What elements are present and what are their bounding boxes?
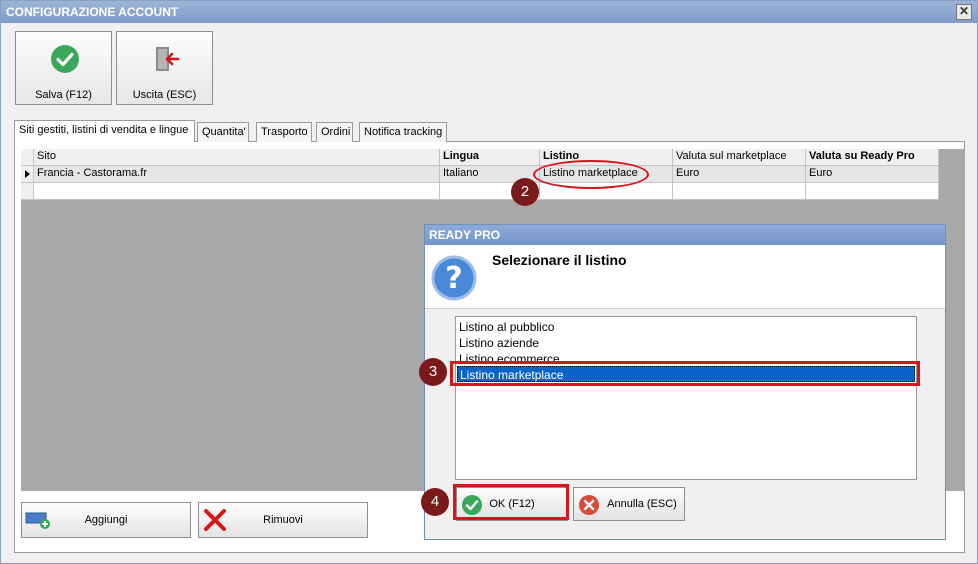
- highlight-rect-ok: [453, 484, 569, 520]
- list-item[interactable]: Listino ecommerce: [457, 351, 915, 361]
- check-circle-icon: [51, 45, 79, 73]
- col-header-lingua[interactable]: Lingua: [440, 149, 540, 166]
- tab-siti-gestiti[interactable]: Siti gestiti, listini di vendita e lingu…: [14, 120, 195, 142]
- window-title: CONFIGURAZIONE ACCOUNT: [6, 5, 179, 19]
- cell-valuta-ready[interactable]: Euro: [806, 166, 939, 183]
- svg-text:?: ?: [445, 261, 462, 296]
- dialog-title: READY PRO: [425, 225, 945, 245]
- listino-listbox[interactable]: Listino al pubblico Listino aziende List…: [455, 316, 917, 480]
- add-button[interactable]: Aggiungi: [21, 502, 191, 538]
- row-indicator-new: [21, 183, 34, 200]
- cell-empty[interactable]: [673, 183, 806, 200]
- row-arrow-icon: [25, 170, 30, 178]
- close-icon[interactable]: ✕: [956, 4, 972, 20]
- grid-corner: [21, 149, 34, 166]
- cell-empty[interactable]: [806, 183, 939, 200]
- step-badge-4: 4: [421, 488, 449, 516]
- cancel-button-label: Annulla (ESC): [607, 498, 677, 510]
- save-button-label: Salva (F12): [35, 89, 92, 101]
- save-button[interactable]: Salva (F12): [15, 31, 112, 105]
- window-titlebar: CONFIGURAZIONE ACCOUNT ✕: [1, 1, 977, 23]
- cancel-button[interactable]: Annulla (ESC): [573, 487, 685, 521]
- highlight-rect-selection: [450, 361, 920, 386]
- tab-notifica-tracking[interactable]: Notifica tracking: [359, 122, 447, 142]
- remove-button-label: Rimuovi: [263, 514, 303, 526]
- add-button-label: Aggiungi: [84, 514, 128, 526]
- tab-quantita[interactable]: Quantita': [197, 122, 249, 142]
- list-item[interactable]: Listino al pubblico: [457, 319, 915, 335]
- list-item[interactable]: Listino aziende: [457, 335, 915, 351]
- col-header-valuta-ready[interactable]: Valuta su Ready Pro: [806, 149, 939, 166]
- exit-button-label: Uscita (ESC): [132, 89, 197, 101]
- tab-trasporto[interactable]: Trasporto: [256, 122, 312, 142]
- cell-empty[interactable]: [34, 183, 440, 200]
- row-indicator: [21, 166, 34, 183]
- step-badge-3: 3: [419, 358, 447, 386]
- exit-door-icon: [156, 47, 180, 71]
- remove-button[interactable]: Rimuovi: [198, 502, 368, 538]
- tab-ordini[interactable]: Ordini: [316, 122, 353, 142]
- question-icon: ?: [431, 255, 477, 301]
- col-header-sito[interactable]: Sito: [34, 149, 440, 166]
- cell-valuta-marketplace[interactable]: Euro: [673, 166, 806, 183]
- dialog-header: ? Selezionare il listino: [425, 245, 945, 309]
- highlight-ellipse-listino: [533, 160, 649, 189]
- cell-sito[interactable]: Francia - Castorama.fr: [34, 166, 440, 183]
- step-badge-2: 2: [511, 178, 539, 206]
- dialog-heading: Selezionare il listino: [492, 252, 627, 268]
- col-header-valuta-marketplace[interactable]: Valuta sul marketplace: [673, 149, 806, 166]
- configurazione-account-window: CONFIGURAZIONE ACCOUNT ✕ Salva (F12) Usc…: [0, 0, 978, 564]
- exit-button[interactable]: Uscita (ESC): [116, 31, 213, 105]
